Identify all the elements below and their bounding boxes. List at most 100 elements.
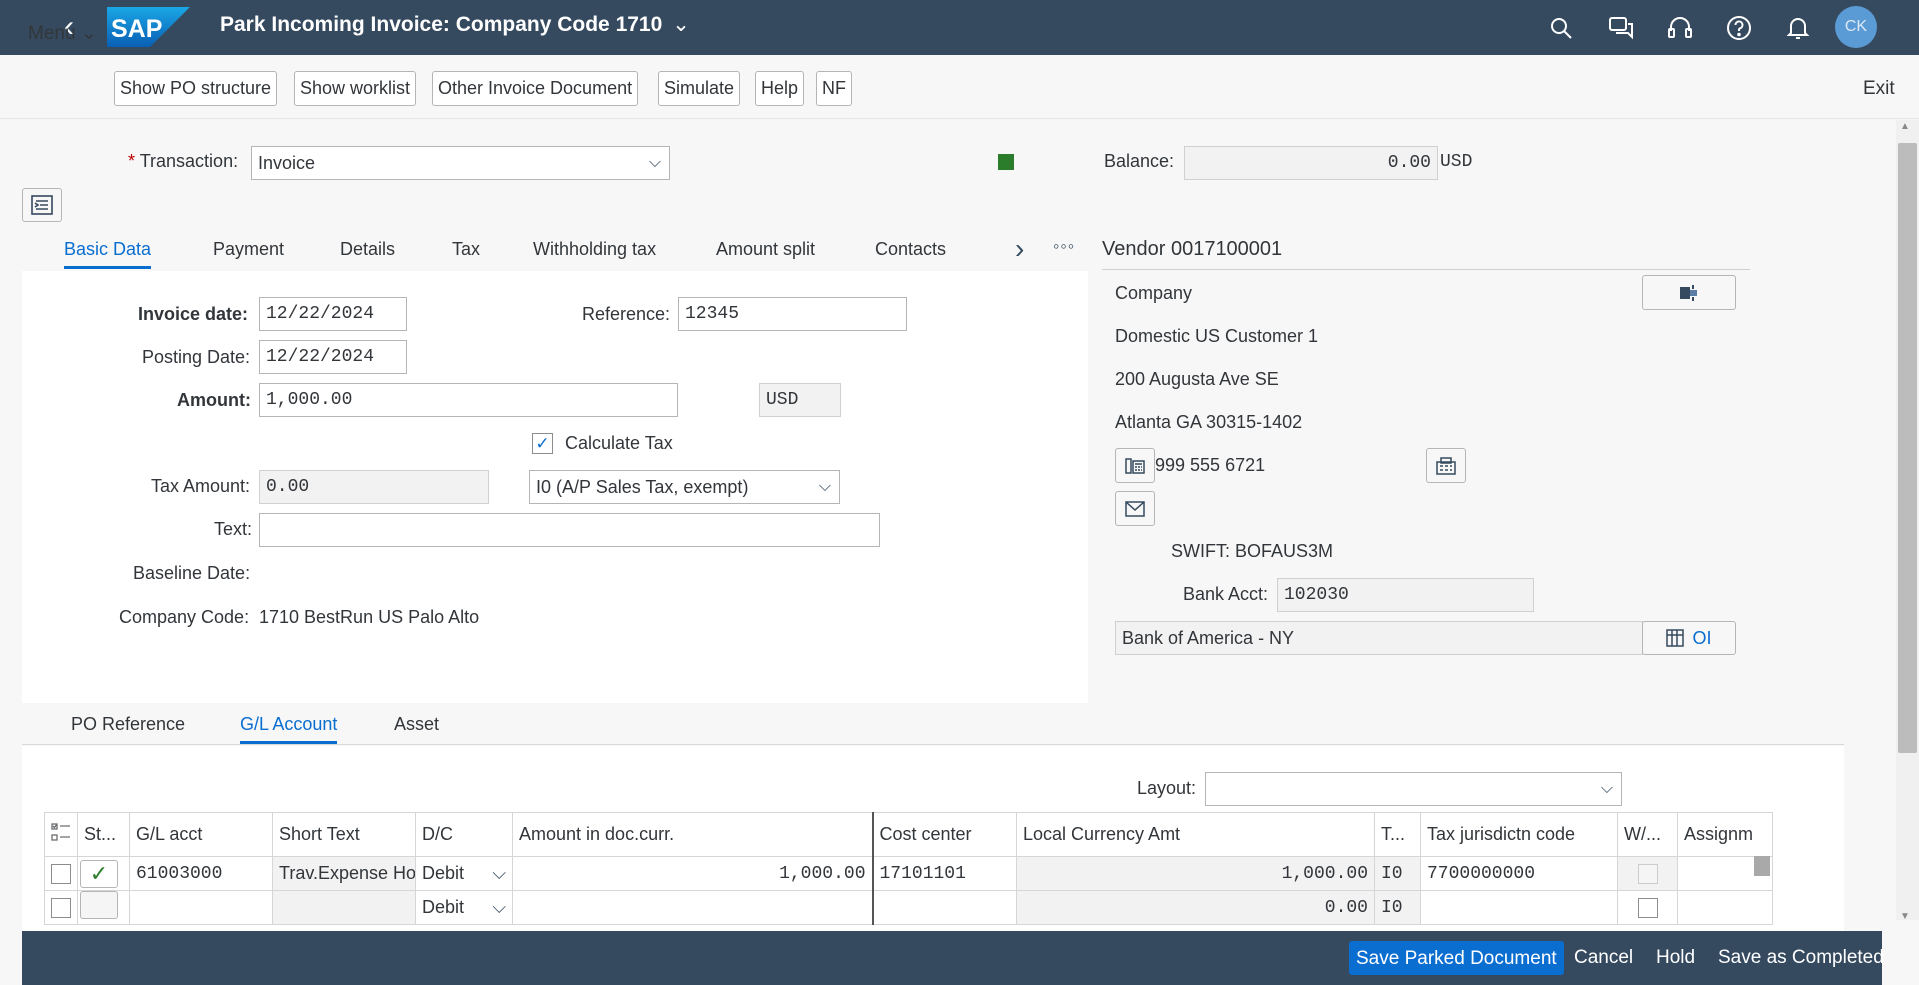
status-ok-icon[interactable]: ✓ — [80, 859, 118, 888]
table-scrollbar[interactable] — [1754, 856, 1770, 876]
help-button[interactable]: Help — [755, 71, 805, 106]
search-icon[interactable] — [1545, 12, 1577, 44]
short-text-cell[interactable] — [272, 890, 416, 925]
chevron-down-icon: ⌄ — [80, 23, 97, 44]
invoice-date-field[interactable]: 12/22/2024 — [259, 297, 407, 331]
tab-withholding-tax[interactable]: Withholding tax — [533, 239, 656, 260]
column-header-assignment[interactable]: Assignm — [1677, 812, 1773, 857]
posting-date-label: Posting Date: — [142, 347, 251, 367]
cost-center-cell[interactable] — [872, 890, 1017, 925]
column-header-cost-center[interactable]: Cost center — [872, 812, 1017, 857]
save-as-completed-button[interactable]: Save as Completed — [1718, 941, 1884, 975]
row-select-checkbox[interactable] — [51, 898, 71, 919]
menu-button[interactable]: Menu ⌄ — [28, 16, 97, 51]
bank-name-field[interactable]: Bank of America - NY — [1115, 621, 1643, 655]
column-header-gl-acct[interactable]: G/L acct — [129, 812, 273, 857]
app-title[interactable]: Park Incoming Invoice: Company Code 1710… — [220, 12, 690, 37]
hold-button[interactable]: Hold — [1656, 941, 1695, 975]
calculate-tax-checkbox[interactable]: ✓ — [532, 433, 553, 454]
page-scrollbar-thumb[interactable] — [1898, 143, 1917, 753]
company-code-label: Company Code: — [119, 607, 250, 627]
column-header-tax-jurisdiction[interactable]: Tax jurisdictn code — [1420, 812, 1618, 857]
posting-date-field[interactable]: 12/22/2024 — [259, 340, 407, 374]
invoice-date-label: Invoice date: — [138, 304, 249, 324]
column-header-tax[interactable]: T... — [1374, 812, 1421, 857]
bank-acct-field[interactable]: 102030 — [1277, 578, 1534, 612]
column-header-short-text[interactable]: Short Text — [272, 812, 416, 857]
status-empty-icon[interactable] — [80, 891, 118, 919]
column-header-amount[interactable]: Amount in doc.curr. — [512, 812, 874, 857]
open-items-label: OI — [1692, 627, 1712, 648]
tax-code-cell[interactable]: I0 — [1374, 890, 1421, 925]
other-invoice-document-button[interactable]: Other Invoice Document — [432, 71, 639, 106]
headset-icon[interactable] — [1664, 12, 1696, 44]
scroll-down-icon[interactable]: ▼ — [1900, 911, 1910, 922]
layout-select[interactable]: ⌵ — [1205, 772, 1622, 806]
more-icon[interactable]: ◦◦◦ — [1053, 236, 1075, 257]
tax-code-cell[interactable]: I0 — [1374, 856, 1421, 891]
cost-center-cell[interactable]: 17101101 — [872, 856, 1017, 891]
tab-amount-split[interactable]: Amount split — [716, 239, 815, 260]
exit-button[interactable]: Exit — [1863, 71, 1895, 106]
currency-field[interactable]: USD — [759, 383, 841, 417]
reference-label: Reference: — [582, 304, 671, 324]
amount-field[interactable]: 1,000.00 — [259, 383, 678, 417]
tab-payment[interactable]: Payment — [213, 239, 284, 260]
show-worklist-button[interactable]: Show worklist — [294, 71, 417, 106]
tab-gl-account[interactable]: G/L Account — [240, 714, 338, 744]
table-row: Debit ⌵ 0.00 I0 — [44, 890, 1773, 925]
dc-cell[interactable]: Debit ⌵ — [415, 890, 513, 925]
row-select-checkbox[interactable] — [51, 864, 71, 885]
vendor-details-button[interactable] — [1642, 275, 1736, 310]
divider — [1102, 269, 1750, 270]
save-parked-document-button[interactable]: Save Parked Document — [1349, 941, 1564, 975]
tab-contacts[interactable]: Contacts — [875, 239, 946, 260]
svg-text:SAP: SAP — [111, 15, 162, 43]
cancel-button[interactable]: Cancel — [1574, 941, 1633, 975]
column-header-status[interactable]: St... — [77, 812, 130, 857]
short-text-cell[interactable]: Trav.Expense Hotel — [272, 856, 416, 891]
tax-amount-field[interactable]: 0.00 — [259, 470, 489, 504]
reference-field[interactable]: 12345 — [678, 297, 907, 331]
tax-code-select[interactable]: I0 (A/P Sales Tax, exempt) ⌵ — [529, 470, 840, 504]
amount-cell[interactable]: 1,000.00 — [512, 856, 874, 891]
email-icon[interactable] — [1115, 491, 1155, 526]
dc-cell[interactable]: Debit ⌵ — [415, 856, 513, 891]
nf-button[interactable]: NF — [816, 71, 852, 106]
tab-details[interactable]: Details — [340, 239, 395, 260]
baseline-date-label: Baseline Date: — [133, 563, 251, 583]
assignment-cell[interactable] — [1677, 890, 1773, 925]
feedback-icon[interactable] — [1605, 12, 1637, 44]
scroll-up-icon[interactable]: ▲ — [1900, 121, 1910, 132]
vendor-line-2: Domestic US Customer 1 — [1115, 326, 1319, 346]
column-header-w[interactable]: W/... — [1617, 812, 1678, 857]
tax-jurisdiction-cell[interactable]: 7700000000 — [1420, 856, 1618, 891]
chevron-down-icon: ⌵ — [492, 897, 506, 917]
phone-icon[interactable] — [1115, 448, 1155, 483]
chevron-down-icon[interactable]: ⌄ — [672, 12, 690, 37]
select-all-icon[interactable] — [44, 812, 78, 857]
open-items-button[interactable]: OI — [1642, 621, 1736, 655]
fax-icon[interactable] — [1426, 448, 1466, 483]
column-header-dc[interactable]: D/C — [415, 812, 513, 857]
sap-logo[interactable]: SAP — [107, 7, 190, 47]
chevron-right-icon[interactable]: › — [1015, 233, 1024, 265]
tab-po-reference[interactable]: PO Reference — [71, 714, 185, 735]
w-checkbox[interactable] — [1637, 898, 1658, 919]
tab-tax[interactable]: Tax — [452, 239, 480, 260]
tab-basic-data[interactable]: Basic Data — [64, 239, 152, 269]
gl-acct-cell[interactable]: 61003000 — [129, 856, 273, 891]
notification-bell-icon[interactable] — [1782, 12, 1814, 44]
column-header-local-amount[interactable]: Local Currency Amt — [1016, 812, 1375, 857]
text-field[interactable] — [259, 513, 880, 547]
tab-asset[interactable]: Asset — [394, 714, 439, 735]
help-icon[interactable] — [1723, 12, 1755, 44]
tax-jurisdiction-cell[interactable] — [1420, 890, 1618, 925]
transaction-select[interactable]: Invoice ⌵ — [251, 146, 670, 180]
gl-acct-cell[interactable] — [129, 890, 273, 925]
simulate-button[interactable]: Simulate — [658, 71, 741, 106]
show-po-structure-button[interactable]: Show PO structure — [114, 71, 278, 106]
avatar[interactable]: CK — [1835, 6, 1877, 48]
amount-cell[interactable] — [512, 890, 874, 925]
collapse-header-icon[interactable] — [22, 188, 62, 222]
